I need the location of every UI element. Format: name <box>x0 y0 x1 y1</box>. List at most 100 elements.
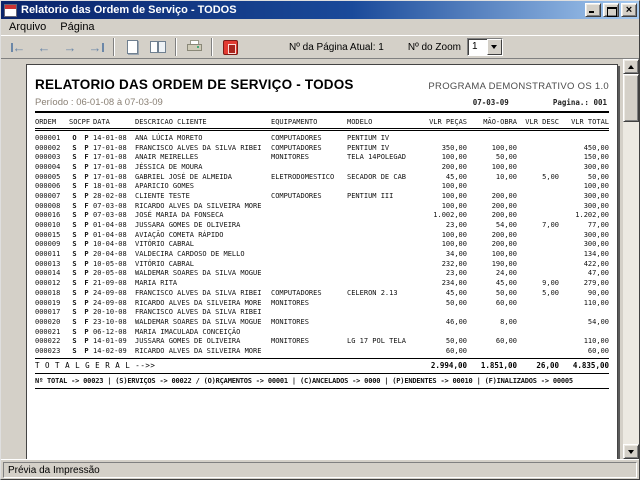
scroll-up-button[interactable] <box>623 59 639 74</box>
first-page-button[interactable]: ← <box>5 37 31 57</box>
cell-pf: P <box>84 259 89 268</box>
cell-ordem: 000007 <box>35 191 61 200</box>
cell-total: 300,00 <box>583 240 609 249</box>
cell-pf: F <box>84 182 89 191</box>
report-page: RELATORIO DAS ORDEM DE SERVIÇO - TODOS P… <box>26 64 618 459</box>
toolbar-separator <box>175 38 177 56</box>
cell-st: S <box>72 298 77 307</box>
divider <box>35 111 609 113</box>
col-equipamento: EQUIPAMENTO <box>271 118 318 126</box>
cell-mao: 100,00 <box>491 143 517 152</box>
scroll-thumb[interactable] <box>623 74 639 122</box>
cell-data: 17-01-08 <box>93 172 127 181</box>
cell-pecas: 100,00 <box>441 240 467 249</box>
cell-pf: F <box>84 153 89 162</box>
minimize-button[interactable] <box>585 3 601 17</box>
table-row: 000008 S F 07-03-08 RICARDO ALVES DA SILVEIR… <box>35 201 609 211</box>
divider <box>35 357 609 359</box>
print-button[interactable] <box>181 37 207 57</box>
two-pages-icon <box>150 40 166 54</box>
cell-ordem: 000023 <box>35 346 61 355</box>
table-row: 000017 S P 20-10-08 FRANCISCO ALVES DA SILVA… <box>35 307 609 317</box>
single-page-view-button[interactable] <box>119 37 145 57</box>
cell-st: S <box>72 250 77 259</box>
cell-total: 300,00 <box>583 162 609 171</box>
program-label: PROGRAMA DEMONSTRATIVO OS 1.0 <box>428 81 609 92</box>
menu-arquivo[interactable]: Arquivo <box>2 20 53 34</box>
cell-cliente: VITÓRIO CABRAL <box>135 259 195 268</box>
cell-cliente: FRANCISCO ALVES DA SILVA RIBEI <box>135 288 262 297</box>
cell-data: 14-01-08 <box>93 133 127 142</box>
cell-mao: 54,00 <box>495 221 517 230</box>
cell-mao: 200,00 <box>491 240 517 249</box>
vertical-scrollbar[interactable] <box>623 59 639 459</box>
next-page-icon: → <box>63 39 77 55</box>
cell-data: 28-02-08 <box>93 191 127 200</box>
cell-equip: MONITORES <box>271 317 309 326</box>
two-page-view-button[interactable] <box>145 37 171 57</box>
cell-total: 134,00 <box>583 250 609 259</box>
cell-pecas: 50,00 <box>445 298 467 307</box>
cell-mao: 50,00 <box>495 153 517 162</box>
cell-cliente: RICARDO ALVES DA SILVEIRA MORE <box>135 298 262 307</box>
cell-cliente: FRANCISCO ALVES DA SILVA RIBEI <box>135 308 262 317</box>
cell-mao: 100,00 <box>491 162 517 171</box>
exit-preview-button[interactable] <box>217 37 243 57</box>
cell-st: S <box>72 201 77 210</box>
cell-total: 60,00 <box>587 346 609 355</box>
cell-cliente: WALDEMAR SOARES DA SILVA MOGUE <box>135 317 262 326</box>
cell-st: S <box>72 191 77 200</box>
cell-cliente: VALDECIRA CARDOSO DE MELLO <box>135 250 245 259</box>
cell-cliente: RICARDO ALVES DA SILVEIRA MORE <box>135 201 262 210</box>
cell-data: 10-04-08 <box>93 240 127 249</box>
cell-st: S <box>72 327 77 336</box>
zoom-select[interactable]: 1 <box>466 38 503 56</box>
scroll-track[interactable] <box>623 122 639 444</box>
cell-cliente: RICARDO ALVES DA SILVEIRA MORE <box>135 346 262 355</box>
last-page-button[interactable]: → <box>83 37 109 57</box>
table-row: 000014 S P 20-05-08 WALDEMAR SOARES DA SILVA… <box>35 269 609 279</box>
cell-total: 90,00 <box>587 288 609 297</box>
cell-data: 24-09-08 <box>93 298 127 307</box>
cell-cliente: VITÓRIO CABRAL <box>135 240 195 249</box>
exit-icon <box>222 39 238 55</box>
table-row: 000013 S P 10-05-08 VITÓRIO CABRAL 232,00 190,… <box>35 259 609 269</box>
table-row: 000011 S P 20-04-08 VALDECIRA CARDOSO DE MEL… <box>35 249 609 259</box>
cell-pecas: 100,00 <box>441 201 467 210</box>
total-pecas: 2.994,00 <box>430 360 467 370</box>
zoom-dropdown-button[interactable] <box>486 39 502 55</box>
cell-pf: P <box>84 211 89 220</box>
close-button[interactable]: × <box>621 3 637 17</box>
scroll-down-button[interactable] <box>623 444 639 459</box>
cell-pf: P <box>84 221 89 230</box>
cell-st: S <box>72 153 77 162</box>
menu-pagina[interactable]: Página <box>53 20 101 34</box>
cell-desc: 9,00 <box>542 279 559 288</box>
table-row: 000021 S P 06-12-08 MARIA IMACULADA CONCEIÇÃ… <box>35 327 609 337</box>
cell-cliente: WALDEMAR SOARES DA SILVA MOGUE <box>135 269 262 278</box>
cell-ordem: 000015 <box>35 230 61 239</box>
next-page-button[interactable]: → <box>57 37 83 57</box>
col-modelo: MODELO <box>347 118 373 126</box>
col-vlr-pecas: VLR PEÇAS <box>429 118 467 126</box>
col-ordem: ORDEM <box>35 118 57 126</box>
cell-equip: MONITORES <box>271 337 309 346</box>
cell-ordem: 000017 <box>35 308 61 317</box>
col-cliente: DESCRICAO CLIENTE <box>135 118 207 126</box>
cell-data: 17-01-08 <box>93 143 127 152</box>
cell-data: 07-03-08 <box>93 201 127 210</box>
table-row: 000012 S F 21-09-08 MARIA RITA 234,00 45,00 9,0… <box>35 278 609 288</box>
total-desc: 26,00 <box>536 360 559 370</box>
cell-mao: 8,00 <box>500 317 517 326</box>
col-socpf: SOCPF <box>69 118 91 126</box>
maximize-button[interactable] <box>603 3 619 17</box>
cell-cliente: JÉSSICA DE MOURA <box>135 162 203 171</box>
cell-data: 01-04-08 <box>93 230 127 239</box>
cell-total: 77,00 <box>587 221 609 230</box>
cell-st: S <box>72 317 77 326</box>
cell-st: S <box>72 240 77 249</box>
cell-pecas: 200,00 <box>441 162 467 171</box>
prev-page-button[interactable]: ← <box>31 37 57 57</box>
table-row: 000019 S P 24-09-08 RICARDO ALVES DA SILVEIR… <box>35 298 609 308</box>
cell-total: 300,00 <box>583 201 609 210</box>
